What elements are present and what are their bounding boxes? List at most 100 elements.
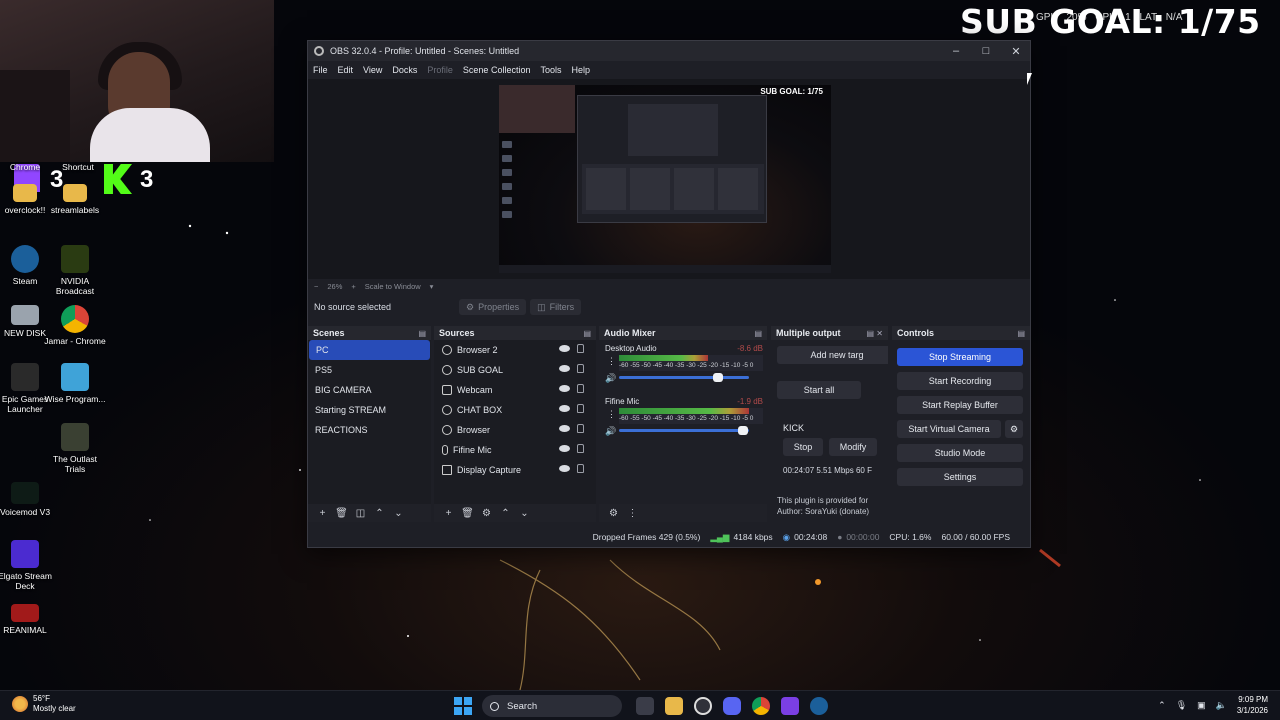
obs-titlebar[interactable]: OBS 32.0.4 - Profile: Untitled - Scenes:… bbox=[308, 41, 1030, 61]
lock-icon[interactable] bbox=[577, 424, 584, 433]
menu-tools[interactable]: Tools bbox=[540, 65, 561, 75]
visibility-eye-icon[interactable] bbox=[559, 425, 570, 432]
menu-view[interactable]: View bbox=[363, 65, 382, 75]
lock-icon[interactable] bbox=[577, 444, 584, 453]
start-recording-button[interactable]: Start Recording bbox=[897, 372, 1023, 390]
desktop-icon-outlast-trials[interactable]: The Outlast Trials bbox=[44, 423, 106, 474]
stop-target-button[interactable]: Stop bbox=[783, 438, 823, 456]
lock-icon[interactable] bbox=[577, 464, 584, 473]
menu-file[interactable]: File bbox=[313, 65, 328, 75]
preview-area[interactable]: SUB GOAL: 1/75 bbox=[308, 79, 1030, 279]
show-hidden-icons-chevron-icon[interactable]: ⌃ bbox=[1158, 700, 1166, 711]
desktop-icon-shortcut[interactable]: Shortcut bbox=[47, 162, 109, 172]
volume-slider[interactable] bbox=[619, 426, 749, 435]
channel-menu-icon[interactable]: ⋮ bbox=[607, 410, 616, 419]
speaker-icon[interactable]: 🔊 bbox=[605, 373, 616, 384]
zoom-out-button[interactable]: − bbox=[314, 282, 318, 291]
steam-taskbar-icon[interactable] bbox=[810, 697, 828, 715]
scale-mode-select[interactable]: Scale to Window bbox=[365, 282, 421, 291]
visibility-eye-icon[interactable] bbox=[559, 345, 570, 352]
chevron-down-icon[interactable]: ▾ bbox=[430, 282, 434, 291]
visibility-eye-icon[interactable] bbox=[559, 445, 570, 452]
source-settings-icon[interactable]: ⚙ bbox=[477, 508, 496, 519]
windows-start-icon[interactable] bbox=[454, 697, 472, 715]
start-virtual-camera-button[interactable]: Start Virtual Camera bbox=[897, 420, 1001, 438]
lock-icon[interactable] bbox=[577, 364, 584, 373]
dock-menu-icon[interactable]: ▤ bbox=[583, 329, 591, 338]
visibility-eye-icon[interactable] bbox=[559, 365, 570, 372]
scene-item-big-camera[interactable]: BIG CAMERA bbox=[308, 380, 431, 400]
source-item-fifine-mic[interactable]: Fifine Mic bbox=[434, 440, 596, 460]
scene-filters-icon[interactable]: ◫ bbox=[351, 508, 370, 519]
visibility-eye-icon[interactable] bbox=[559, 405, 570, 412]
plugin-author-link[interactable]: Author: SoraYuki (donate) bbox=[777, 507, 869, 516]
zoom-in-button[interactable]: + bbox=[351, 282, 355, 291]
weather-widget[interactable]: 56°F Mostly clear bbox=[12, 694, 76, 714]
file-explorer-icon[interactable] bbox=[665, 697, 683, 715]
channel-menu-icon[interactable]: ⋮ bbox=[607, 357, 616, 366]
desktop-icon-stream-deck[interactable]: Elgato Stream Deck bbox=[0, 540, 56, 591]
move-down-icon[interactable]: ⌄ bbox=[389, 508, 408, 519]
dock-menu-icon[interactable]: ▤ bbox=[418, 329, 426, 338]
clock[interactable]: 9:09 PM 3/1/2026 bbox=[1237, 694, 1268, 716]
visibility-eye-icon[interactable] bbox=[559, 385, 570, 392]
scene-item-starting-stream[interactable]: Starting STREAM bbox=[308, 400, 431, 420]
desktop-icon-reanimal[interactable]: REANIMAL bbox=[0, 604, 56, 635]
virtual-camera-settings-button[interactable]: ⚙ bbox=[1005, 420, 1023, 438]
desktop-icon-jamar-chrome[interactable]: Jamar - Chrome bbox=[44, 305, 106, 346]
move-up-icon[interactable]: ⌃ bbox=[496, 508, 515, 519]
source-item-sub-goal[interactable]: SUB GOAL bbox=[434, 360, 596, 380]
speaker-icon[interactable]: 🔊 bbox=[605, 426, 616, 437]
source-item-chat-box[interactable]: CHAT BOX bbox=[434, 400, 596, 420]
source-item-browser[interactable]: Browser bbox=[434, 420, 596, 440]
move-down-icon[interactable]: ⌄ bbox=[515, 508, 534, 519]
menu-docks[interactable]: Docks bbox=[392, 65, 417, 75]
source-item-display-capture[interactable]: Display Capture bbox=[434, 460, 596, 480]
volume-tray-icon[interactable]: 🔈 bbox=[1216, 700, 1227, 711]
properties-button[interactable]: ⚙ Properties bbox=[459, 299, 527, 315]
remove-scene-icon[interactable]: 🗑 bbox=[332, 508, 351, 519]
start-all-button[interactable]: Start all bbox=[777, 381, 861, 399]
slider-knob[interactable] bbox=[737, 426, 748, 435]
menu-help[interactable]: Help bbox=[571, 65, 590, 75]
settings-button[interactable]: Settings bbox=[897, 468, 1023, 486]
source-item-webcam[interactable]: Webcam bbox=[434, 380, 596, 400]
close-icon[interactable]: ✕ bbox=[1001, 41, 1031, 61]
scene-item-reactions[interactable]: REACTIONS bbox=[308, 420, 431, 440]
lock-icon[interactable] bbox=[577, 384, 584, 393]
start-replay-buffer-button[interactable]: Start Replay Buffer bbox=[897, 396, 1023, 414]
stop-streaming-button[interactable]: Stop Streaming bbox=[897, 348, 1023, 366]
menu-profile[interactable]: Profile bbox=[427, 65, 453, 75]
remove-source-icon[interactable]: 🗑 bbox=[458, 508, 477, 519]
taskbar-search[interactable]: Search bbox=[482, 695, 622, 717]
task-view-icon[interactable] bbox=[636, 697, 654, 715]
move-up-icon[interactable]: ⌃ bbox=[370, 508, 389, 519]
filters-button[interactable]: ◫ Filters bbox=[530, 299, 582, 315]
preview-canvas[interactable]: SUB GOAL: 1/75 bbox=[499, 85, 831, 273]
obs-taskbar-icon[interactable] bbox=[694, 697, 712, 715]
desktop-icon-wise-program[interactable]: Wise Program... bbox=[44, 363, 106, 404]
volume-slider[interactable] bbox=[619, 373, 749, 382]
mixer-menu-icon[interactable]: ⋮ bbox=[623, 508, 642, 519]
desktop-icon-streamlabels[interactable]: streamlabels bbox=[44, 184, 106, 215]
source-item-browser-2[interactable]: Browser 2 bbox=[434, 340, 596, 360]
add-source-icon[interactable]: + bbox=[439, 508, 458, 519]
close-icon[interactable]: ▤ ✕ bbox=[867, 329, 883, 338]
scene-item-ps5[interactable]: PS5 bbox=[308, 360, 431, 380]
discord-icon[interactable] bbox=[723, 697, 741, 715]
lock-icon[interactable] bbox=[577, 344, 584, 353]
add-scene-icon[interactable]: + bbox=[313, 508, 332, 519]
dock-menu-icon[interactable]: ▤ bbox=[1017, 329, 1025, 338]
microphone-tray-icon[interactable]: 🎙 bbox=[1176, 700, 1187, 711]
scene-item-pc[interactable]: PC bbox=[309, 340, 430, 360]
desktop-icon-nvidia-broadcast[interactable]: NVIDIA Broadcast bbox=[44, 245, 106, 296]
menu-edit[interactable]: Edit bbox=[338, 65, 354, 75]
visibility-eye-icon[interactable] bbox=[559, 465, 570, 472]
lock-icon[interactable] bbox=[577, 404, 584, 413]
studio-mode-button[interactable]: Studio Mode bbox=[897, 444, 1023, 462]
add-target-button[interactable]: Add new targ bbox=[777, 346, 888, 364]
desktop-icon-voicemod[interactable]: Voicemod V3 bbox=[0, 482, 56, 517]
menu-scene-collection[interactable]: Scene Collection bbox=[463, 65, 531, 75]
modify-target-button[interactable]: Modify bbox=[829, 438, 877, 456]
dock-menu-icon[interactable]: ▤ bbox=[754, 329, 762, 338]
